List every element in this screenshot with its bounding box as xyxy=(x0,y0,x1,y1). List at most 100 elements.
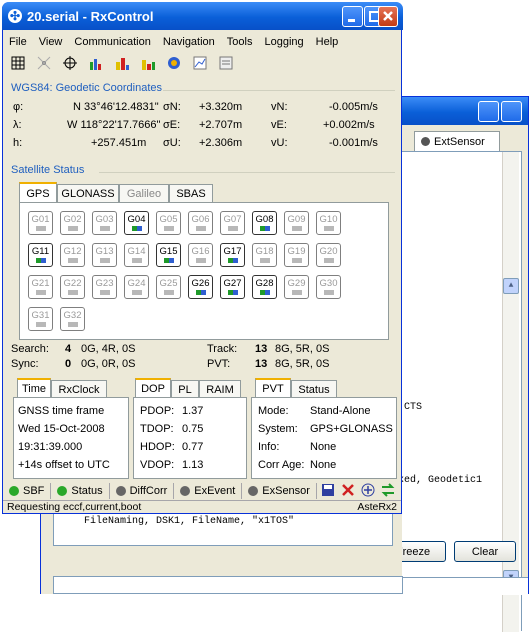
tab-glonass[interactable]: GLONASS xyxy=(57,184,119,203)
minimize-button[interactable] xyxy=(342,6,363,27)
status-indicator[interactable]: Status xyxy=(51,483,110,499)
plot-icon[interactable] xyxy=(191,55,209,71)
exsensor-indicator[interactable]: ExSensor xyxy=(242,483,317,499)
globe-icon[interactable] xyxy=(165,55,183,71)
grid-icon[interactable] xyxy=(9,55,27,71)
sv-box[interactable]: G16 xyxy=(188,243,213,267)
vu-label: vU: xyxy=(271,137,288,149)
sv-signal-bar xyxy=(292,290,302,295)
transfer-icon[interactable] xyxy=(381,482,395,500)
sv-box[interactable]: G06 xyxy=(188,211,213,235)
sv-box[interactable]: G25 xyxy=(156,275,181,299)
tab-galileo[interactable]: Galileo xyxy=(119,184,169,203)
sv-box[interactable]: G24 xyxy=(124,275,149,299)
sv-box[interactable]: G15 xyxy=(156,243,181,267)
sv-box[interactable]: G09 xyxy=(284,211,309,235)
tab-raim[interactable]: RAIM xyxy=(199,380,241,398)
sv-box[interactable]: G17 xyxy=(220,243,245,267)
maximize-button[interactable] xyxy=(501,101,522,122)
sv-box[interactable]: G10 xyxy=(316,211,341,235)
sv-box[interactable]: G18 xyxy=(252,243,277,267)
sv-signal-bar xyxy=(36,290,46,295)
command-field[interactable] xyxy=(53,576,403,594)
menu-help[interactable]: Help xyxy=(310,34,345,52)
title-bar[interactable]: ✣ 20.serial - RxControl xyxy=(2,2,403,30)
sv-box[interactable]: G27 xyxy=(220,275,245,299)
sv-id: G10 xyxy=(319,214,338,225)
sv-box[interactable]: G11 xyxy=(28,243,53,267)
sv-id: G09 xyxy=(287,214,306,225)
menu-logging[interactable]: Logging xyxy=(258,34,309,52)
tab-extsensor[interactable]: ExtSensor xyxy=(414,131,500,151)
tab-sbas[interactable]: SBAS xyxy=(169,184,213,203)
disconnect-icon[interactable] xyxy=(341,483,355,500)
exevent-indicator[interactable]: ExEvent xyxy=(174,483,243,499)
crosshair-icon[interactable] xyxy=(61,55,79,71)
tab-pvt[interactable]: PVT xyxy=(255,378,291,398)
sv-box[interactable]: G22 xyxy=(60,275,85,299)
receiver-name: AsteRx2 xyxy=(357,501,397,513)
menu-file[interactable]: File xyxy=(3,34,33,52)
tab-gps[interactable]: GPS xyxy=(19,182,57,203)
sv-id: G11 xyxy=(31,246,50,257)
minimize-button[interactable] xyxy=(478,101,499,122)
sv-box[interactable]: G20 xyxy=(316,243,341,267)
sv-signal-bar xyxy=(292,226,302,231)
sv-box[interactable]: G01 xyxy=(28,211,53,235)
menu-tools[interactable]: Tools xyxy=(221,34,259,52)
tab-status[interactable]: Status xyxy=(291,380,337,398)
height-value: +257.451m xyxy=(91,137,147,149)
sv-box[interactable]: G03 xyxy=(92,211,117,235)
sv-box[interactable]: G23 xyxy=(92,275,117,299)
tab-pl[interactable]: PL xyxy=(171,380,199,398)
sv-box[interactable]: G31 xyxy=(28,307,53,331)
sv-box[interactable]: G07 xyxy=(220,211,245,235)
satellite-icon[interactable] xyxy=(35,55,53,71)
sv-signal-bar xyxy=(324,290,334,295)
sv-signal-bar xyxy=(260,226,270,231)
divider xyxy=(99,172,395,173)
scroll-up-button[interactable]: ▲ xyxy=(503,278,519,294)
pvt-stat: PVT: 13 8G, 5R, 0S xyxy=(207,358,329,370)
sv-box[interactable]: G12 xyxy=(60,243,85,267)
sv-signal-bar xyxy=(132,258,142,263)
sv-box[interactable]: G08 xyxy=(252,211,277,235)
sv-box[interactable]: G21 xyxy=(28,275,53,299)
signal-chart-2-icon[interactable] xyxy=(139,55,157,71)
sv-box[interactable]: G19 xyxy=(284,243,309,267)
sv-box[interactable]: G13 xyxy=(92,243,117,267)
diffcorr-indicator[interactable]: DiffCorr xyxy=(110,483,175,499)
signal-chart-icon[interactable] xyxy=(113,55,131,71)
menu-navigation[interactable]: Navigation xyxy=(157,34,221,52)
sv-id: G13 xyxy=(95,246,114,257)
sv-box[interactable]: G28 xyxy=(252,275,277,299)
sv-box[interactable]: G04 xyxy=(124,211,149,235)
dop-panel: PDOP: 1.37 TDOP: 0.75 HDOP: 0.77 VDOP: 1… xyxy=(133,397,247,479)
tab-time[interactable]: Time xyxy=(17,378,51,398)
menu-view[interactable]: View xyxy=(33,34,69,52)
menu-communication[interactable]: Communication xyxy=(68,34,156,52)
console-title-bar[interactable] xyxy=(402,97,528,125)
sv-id: G30 xyxy=(319,278,338,289)
sbf-indicator[interactable]: SBF xyxy=(3,483,52,499)
sv-box[interactable]: G02 xyxy=(60,211,85,235)
sv-box[interactable]: G14 xyxy=(124,243,149,267)
tab-dop[interactable]: DOP xyxy=(135,378,171,398)
static-icon[interactable] xyxy=(217,55,235,71)
command-input[interactable] xyxy=(402,577,528,595)
clear-button[interactable]: Clear xyxy=(454,541,516,562)
sv-box[interactable]: G26 xyxy=(188,275,213,299)
tab-rxclock[interactable]: RxClock xyxy=(51,380,107,398)
sv-box[interactable]: G29 xyxy=(284,275,309,299)
pvt-detail: 8G, 5R, 0S xyxy=(275,358,330,370)
save-icon[interactable] xyxy=(321,483,335,500)
sv-box[interactable]: G30 xyxy=(316,275,341,299)
corr-age-value: None xyxy=(310,459,337,471)
add-crosshair-icon[interactable] xyxy=(361,483,375,500)
sv-signal-bar xyxy=(36,226,46,231)
exsensor-led-icon xyxy=(248,486,259,496)
bar-chart-icon[interactable] xyxy=(87,55,105,71)
sv-box[interactable]: G05 xyxy=(156,211,181,235)
sv-box[interactable]: G32 xyxy=(60,307,85,331)
close-button[interactable] xyxy=(378,6,398,27)
